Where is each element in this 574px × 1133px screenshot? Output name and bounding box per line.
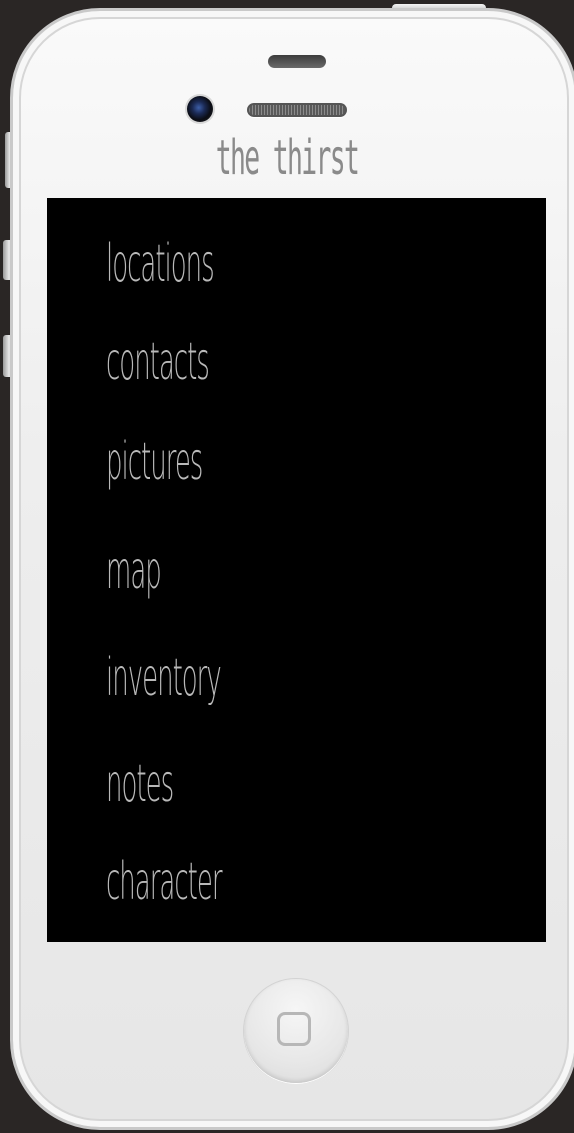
menu-item-inventory[interactable]: inventory — [106, 648, 222, 708]
front-camera-icon — [187, 96, 213, 122]
earpiece-speaker-icon — [247, 103, 347, 117]
app-title: the thirst — [215, 130, 360, 186]
home-square-icon — [277, 1012, 311, 1046]
menu-item-notes[interactable]: notes — [106, 754, 174, 814]
earpiece-slot — [268, 55, 326, 68]
home-button[interactable] — [244, 979, 348, 1083]
menu-item-character[interactable]: character — [106, 852, 223, 912]
menu-item-map[interactable]: map — [106, 541, 162, 601]
menu-item-locations[interactable]: locations — [106, 234, 215, 294]
device-stage: the thirst locations contacts pictures m… — [0, 0, 574, 1133]
app-screen: locations contacts pictures map inventor… — [47, 198, 546, 942]
menu-item-pictures[interactable]: pictures — [106, 432, 203, 492]
menu-item-contacts[interactable]: contacts — [106, 332, 210, 392]
